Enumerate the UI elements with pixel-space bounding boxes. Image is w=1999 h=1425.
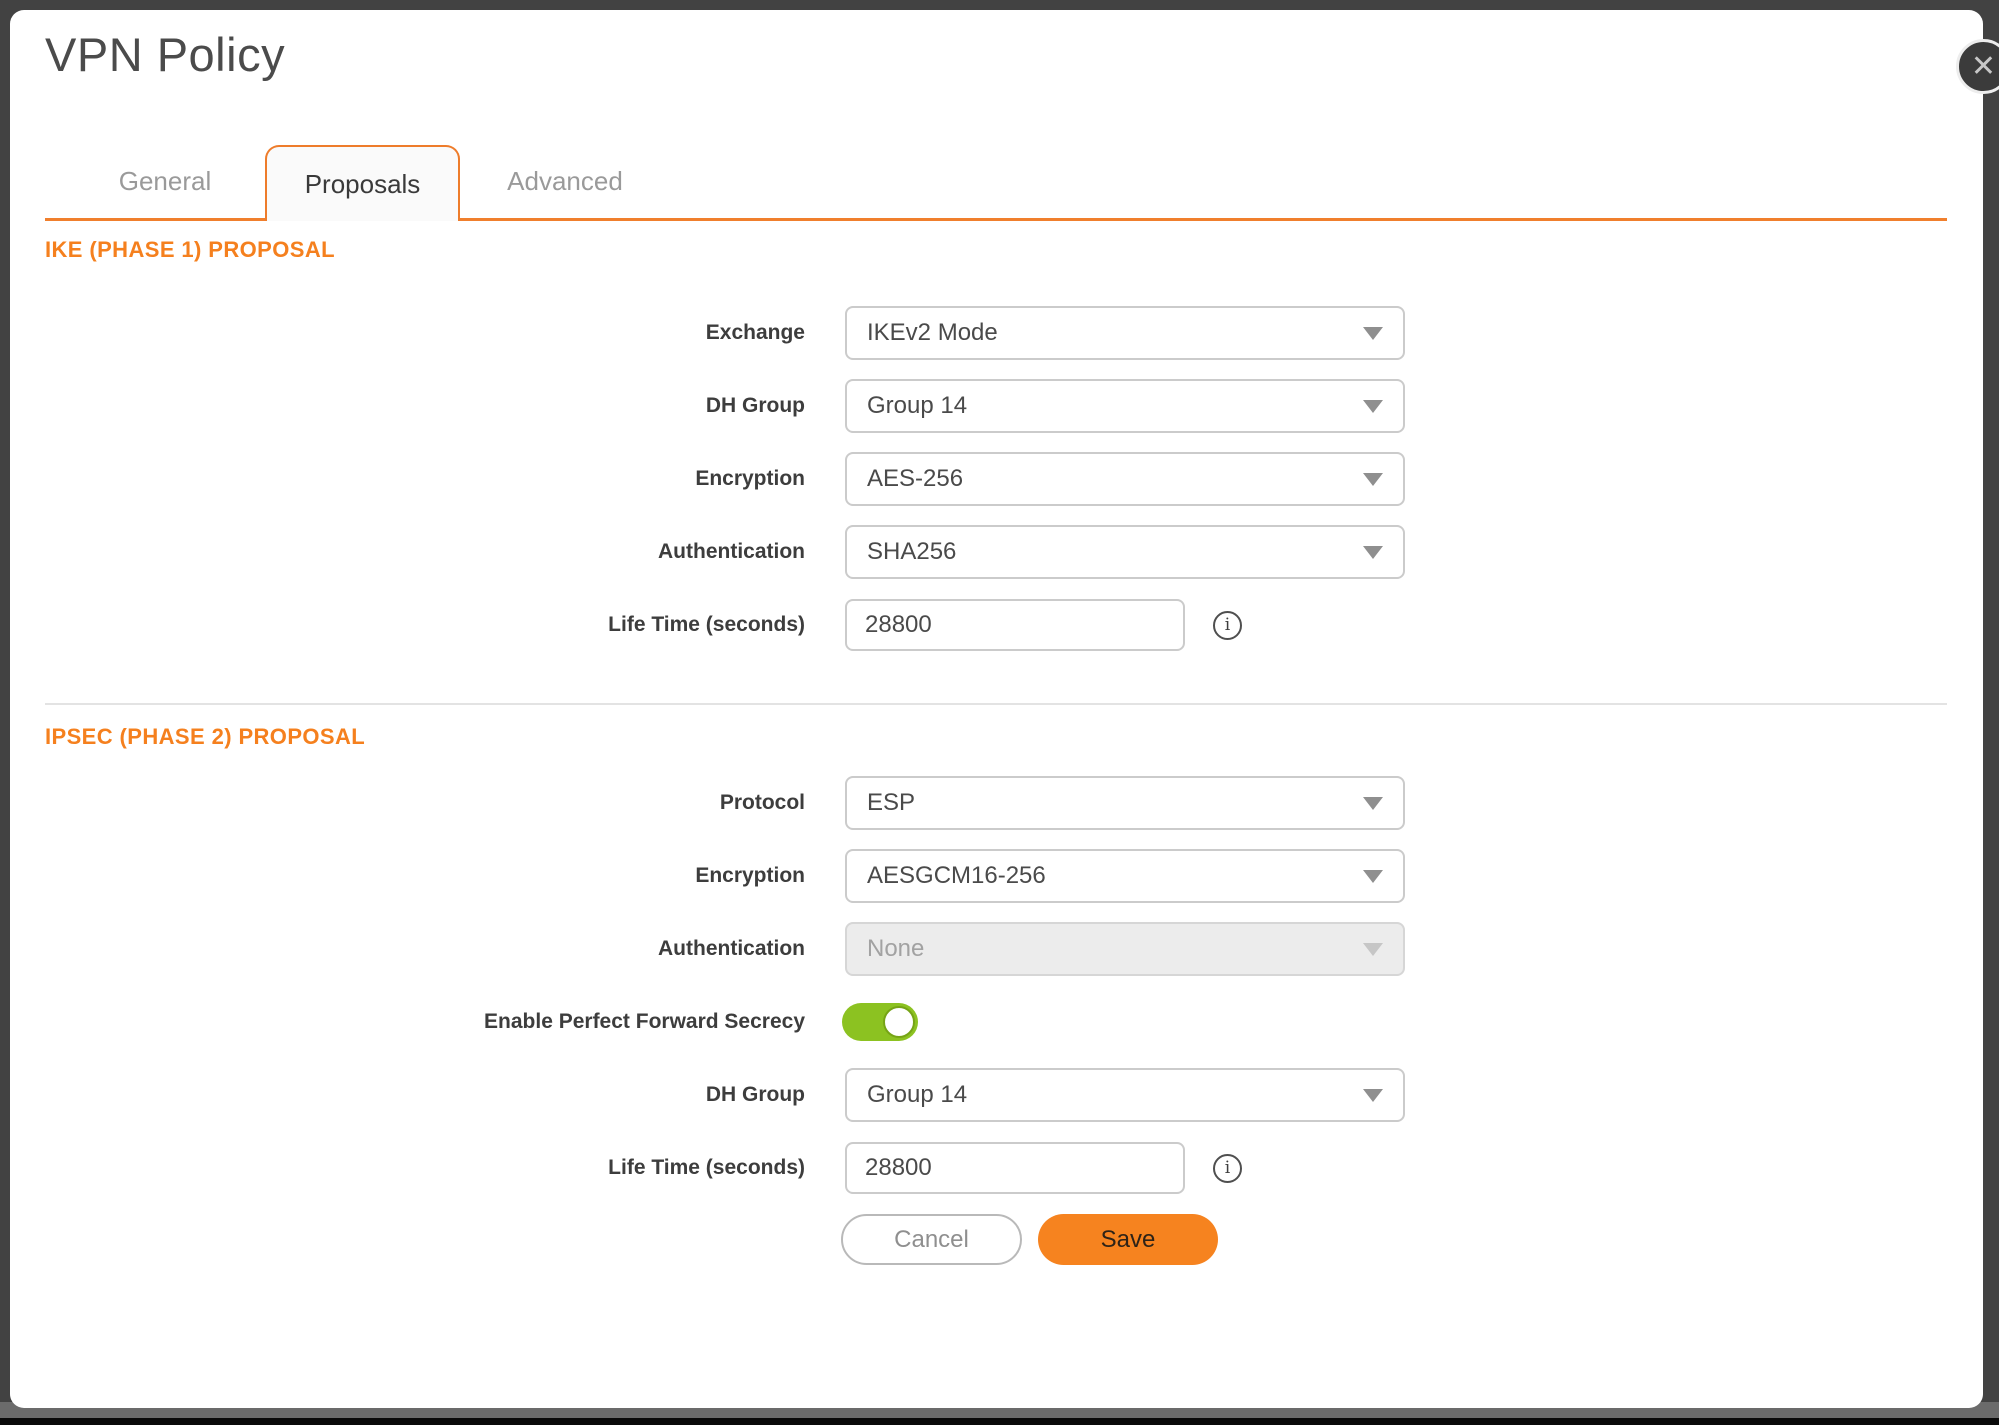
- ipsec-authentication-select-value: None: [867, 935, 924, 963]
- section-divider: [45, 703, 1947, 705]
- ike-lifetime-input[interactable]: [845, 599, 1185, 651]
- chevron-down-icon: [1363, 400, 1383, 413]
- frame-band-black: [0, 1418, 1999, 1425]
- save-button[interactable]: Save: [1038, 1214, 1218, 1265]
- ipsec-encryption-select-value: AESGCM16-256: [867, 862, 1046, 890]
- ike-lifetime-label: Life Time (seconds): [10, 613, 805, 637]
- ipsec-dh-group-select-value: Group 14: [867, 1081, 967, 1109]
- chevron-down-icon: [1363, 797, 1383, 810]
- ipsec-dh-group-select[interactable]: Group 14: [845, 1068, 1405, 1122]
- cancel-button[interactable]: Cancel: [841, 1214, 1022, 1265]
- ike-dh-group-select-value: Group 14: [867, 392, 967, 420]
- form-row: Exchange IKEv2 Mode: [10, 306, 1983, 360]
- info-icon[interactable]: i: [1213, 1154, 1242, 1183]
- page-title: VPN Policy: [45, 26, 1983, 84]
- protocol-select[interactable]: ESP: [845, 776, 1405, 830]
- form-row: Life Time (seconds) i: [10, 1141, 1983, 1195]
- ike-form: Exchange IKEv2 Mode DH Group Group 14 En…: [10, 306, 1983, 652]
- chevron-down-icon: [1363, 473, 1383, 486]
- ike-dh-group-label: DH Group: [10, 394, 805, 418]
- ipsec-dh-group-label: DH Group: [10, 1083, 805, 1107]
- ike-dh-group-select[interactable]: Group 14: [845, 379, 1405, 433]
- ike-section-heading: IKE (PHASE 1) PROPOSAL: [45, 236, 1983, 264]
- close-icon: ✕: [1971, 49, 1996, 84]
- ike-authentication-label: Authentication: [10, 540, 805, 564]
- pfs-toggle[interactable]: [842, 1003, 918, 1041]
- chevron-down-icon: [1363, 1089, 1383, 1102]
- ipsec-authentication-label: Authentication: [10, 937, 805, 961]
- protocol-select-value: ESP: [867, 789, 915, 817]
- info-icon[interactable]: i: [1213, 611, 1242, 640]
- protocol-label: Protocol: [10, 791, 805, 815]
- ipsec-authentication-select: None: [845, 922, 1405, 976]
- form-row: Encryption AESGCM16-256: [10, 849, 1983, 903]
- vpn-policy-dialog: VPN Policy General Proposals Advanced IK…: [10, 10, 1983, 1408]
- exchange-select[interactable]: IKEv2 Mode: [845, 306, 1405, 360]
- ipsec-form: Protocol ESP Encryption AESGCM16-256 Aut…: [10, 776, 1983, 1195]
- chevron-down-icon: [1363, 870, 1383, 883]
- ipsec-encryption-label: Encryption: [10, 864, 805, 888]
- footer-actions: Cancel Save: [841, 1214, 1983, 1265]
- ike-encryption-label: Encryption: [10, 467, 805, 491]
- ipsec-section-heading: IPSEC (PHASE 2) PROPOSAL: [45, 723, 1983, 751]
- ike-encryption-select[interactable]: AES-256: [845, 452, 1405, 506]
- form-row: DH Group Group 14: [10, 1068, 1983, 1122]
- ipsec-lifetime-label: Life Time (seconds): [10, 1156, 805, 1180]
- tab-general[interactable]: General: [65, 145, 265, 218]
- form-row: Protocol ESP: [10, 776, 1983, 830]
- form-row: Enable Perfect Forward Secrecy: [10, 995, 1983, 1049]
- toggle-knob: [883, 1006, 915, 1038]
- ike-encryption-select-value: AES-256: [867, 465, 963, 493]
- chevron-down-icon: [1363, 943, 1383, 956]
- ipsec-lifetime-input[interactable]: [845, 1142, 1185, 1194]
- ipsec-encryption-select[interactable]: AESGCM16-256: [845, 849, 1405, 903]
- form-row: Authentication None: [10, 922, 1983, 976]
- tab-proposals[interactable]: Proposals: [265, 145, 460, 221]
- chevron-down-icon: [1363, 327, 1383, 340]
- form-row: Life Time (seconds) i: [10, 598, 1983, 652]
- tab-bar: General Proposals Advanced: [10, 145, 1983, 218]
- tab-advanced[interactable]: Advanced: [460, 145, 670, 218]
- ike-authentication-select[interactable]: SHA256: [845, 525, 1405, 579]
- chevron-down-icon: [1363, 546, 1383, 559]
- screen: VPN Policy General Proposals Advanced IK…: [0, 0, 1999, 1425]
- form-row: Authentication SHA256: [10, 525, 1983, 579]
- ike-authentication-select-value: SHA256: [867, 538, 956, 566]
- form-row: Encryption AES-256: [10, 452, 1983, 506]
- exchange-select-value: IKEv2 Mode: [867, 319, 998, 347]
- pfs-label: Enable Perfect Forward Secrecy: [10, 1010, 805, 1034]
- exchange-label: Exchange: [10, 321, 805, 345]
- form-row: DH Group Group 14: [10, 379, 1983, 433]
